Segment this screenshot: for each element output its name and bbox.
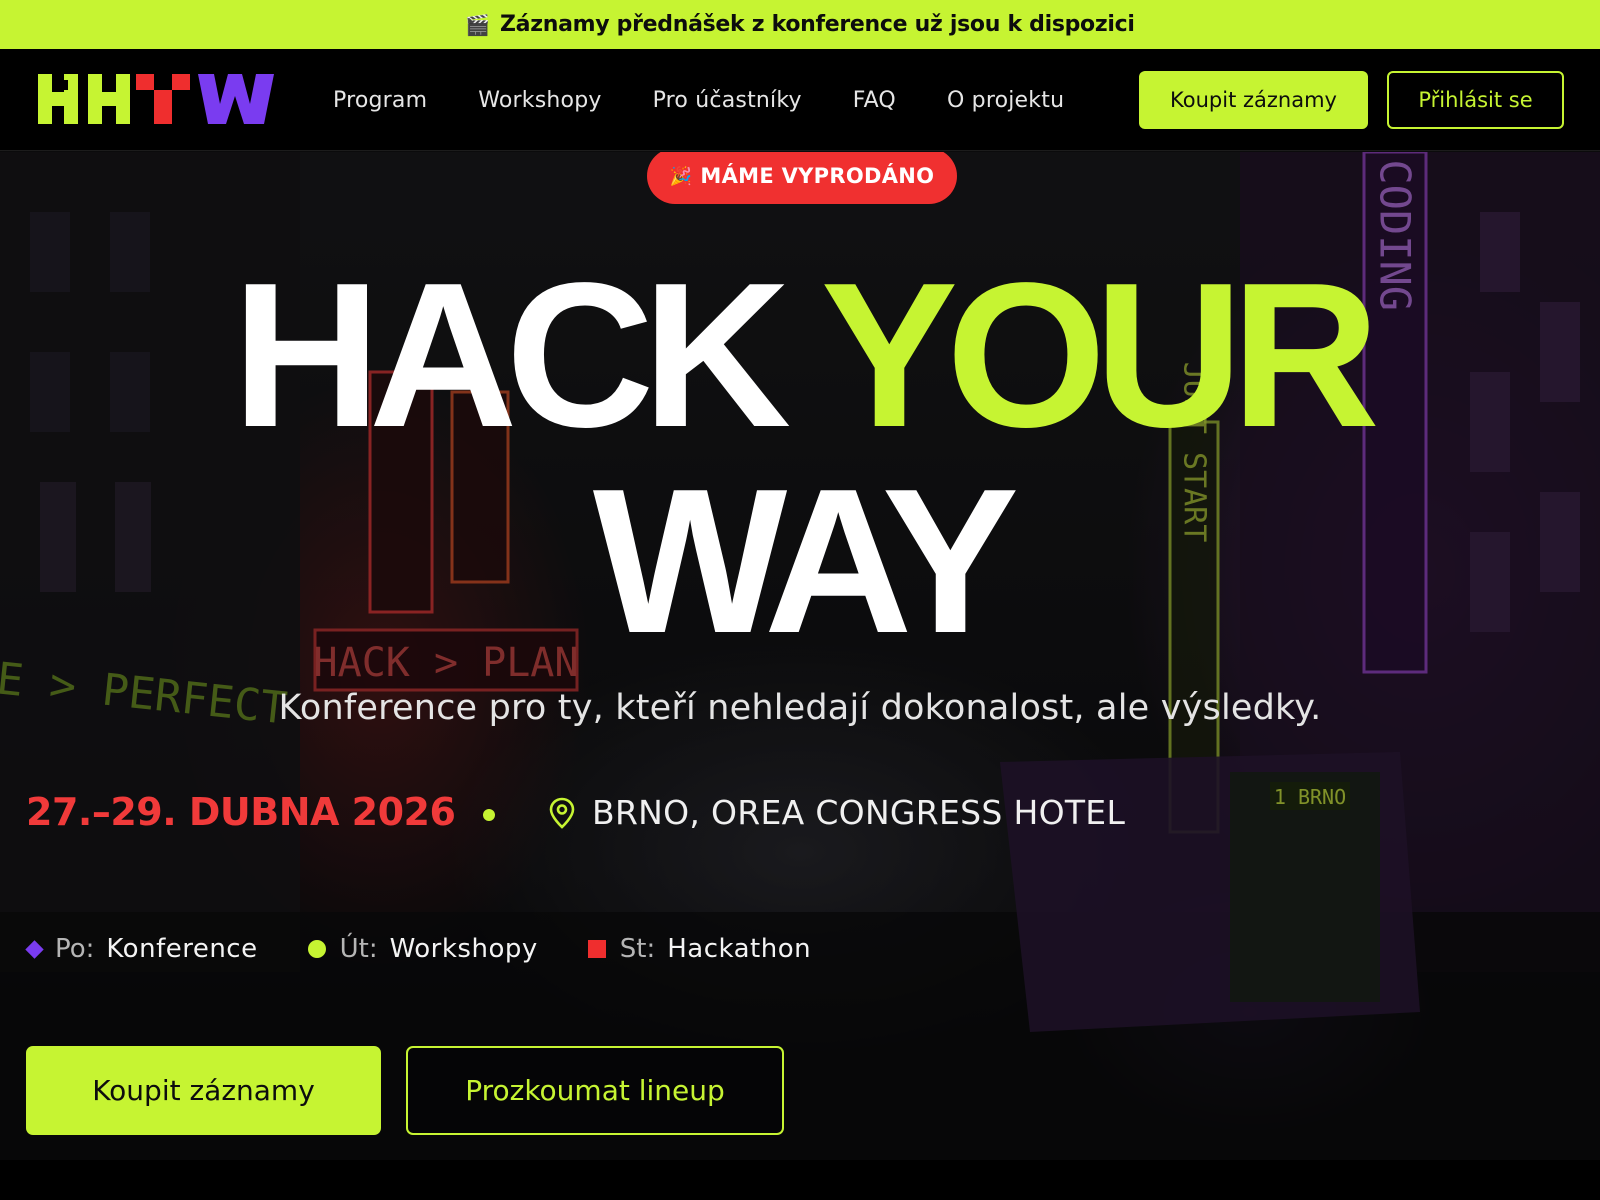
- explore-lineup-button[interactable]: Prozkoumat lineup: [406, 1046, 784, 1135]
- nav-pro-ucastniky[interactable]: Pro účastníky: [653, 88, 802, 113]
- announcement-text: Záznamy přednášek z konference už jsou k…: [500, 12, 1135, 37]
- hero-subtitle: Konference pro ty, kteří nehledají dokon…: [278, 688, 1322, 728]
- announcement-bar: 🎬 Záznamy přednášek z konference už jsou…: [0, 0, 1600, 49]
- nav-faq[interactable]: FAQ: [853, 88, 896, 113]
- party-popper-icon: 🎉: [669, 165, 693, 187]
- sold-out-label: MÁME VYPRODÁNO: [700, 164, 935, 188]
- nav-o-projektu[interactable]: O projektu: [947, 88, 1064, 113]
- buy-recordings-button[interactable]: Koupit záznamy: [1139, 71, 1368, 129]
- schedule-value: Konference: [106, 934, 258, 964]
- hero-buy-recordings-button[interactable]: Koupit záznamy: [26, 1046, 381, 1135]
- circle-icon: [307, 940, 326, 958]
- nav-program[interactable]: Program: [333, 88, 427, 113]
- headline-way: WAY: [592, 446, 1019, 676]
- schedule-item-monday: Po: Konference: [25, 934, 258, 964]
- headline-line-1: HACK YOUR: [0, 252, 1600, 458]
- schedule-day: St:: [619, 934, 656, 964]
- location-pin-icon: [549, 797, 575, 829]
- headline-line-2: WAY: [0, 458, 1600, 664]
- square-icon: [587, 940, 606, 958]
- site-header: Program Workshopy Pro účastníky FAQ O pr…: [0, 49, 1600, 151]
- schedule-item-tuesday: Út: Workshopy: [307, 934, 538, 964]
- diamond-icon: [25, 939, 44, 959]
- login-button[interactable]: Přihlásit se: [1387, 71, 1564, 129]
- schedule-value: Workshopy: [389, 934, 538, 964]
- headline-your: YOUR: [820, 240, 1380, 470]
- headline-hack: HACK: [232, 240, 791, 470]
- event-schedule: Po: Konference Út: Workshopy St: Hackath…: [25, 934, 861, 964]
- clapperboard-icon: 🎬: [465, 12, 490, 37]
- page-bottom-edge: [0, 1160, 1600, 1200]
- main-nav: Program Workshopy Pro účastníky FAQ O pr…: [333, 49, 1115, 151]
- schedule-value: Hackathon: [667, 934, 812, 964]
- sold-out-badge: 🎉 MÁME VYPRODÁNO: [647, 152, 957, 204]
- nav-workshopy[interactable]: Workshopy: [478, 88, 601, 113]
- separator-dot: [483, 809, 495, 821]
- event-date: 27.–29. DUBNA 2026: [26, 790, 456, 834]
- hero-section: HACK > PLAN E > PERFECT JUST START VIBE …: [0, 152, 1600, 1160]
- event-location: BRNO, OREA CONGRESS HOTEL: [592, 793, 1126, 832]
- schedule-day: Út:: [339, 934, 378, 964]
- schedule-item-wednesday: St: Hackathon: [587, 934, 812, 964]
- schedule-day: Po:: [55, 934, 95, 964]
- site-logo[interactable]: [38, 74, 274, 124]
